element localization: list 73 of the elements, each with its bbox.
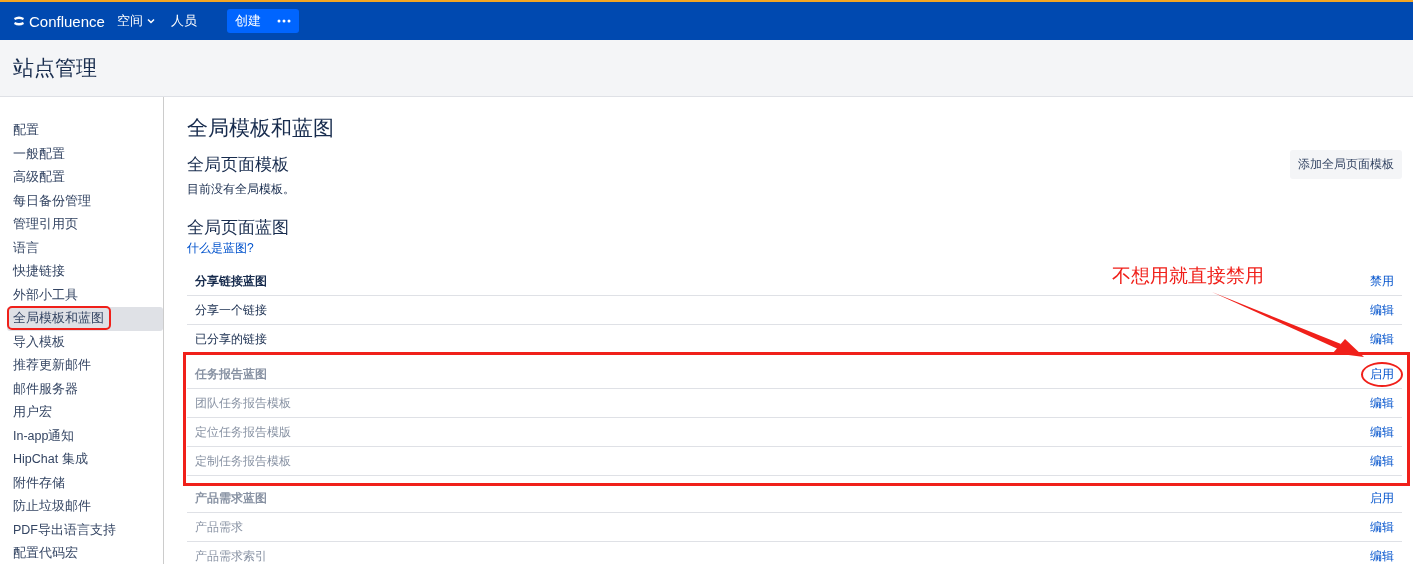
- add-template-button[interactable]: 添加全局页面模板: [1290, 150, 1402, 179]
- sidebar-item[interactable]: In-app通知: [7, 424, 163, 448]
- sidebar-item-label: In-app通知: [13, 427, 75, 445]
- sidebar-item[interactable]: 一般配置: [7, 142, 163, 166]
- sidebar-item-label: 语言: [13, 239, 39, 257]
- edit-link[interactable]: 编辑: [1370, 301, 1394, 319]
- edit-link[interactable]: 编辑: [1370, 394, 1394, 412]
- edit-link[interactable]: 编辑: [1370, 452, 1394, 470]
- sidebar-item-label: PDF导出语言支持: [13, 521, 116, 539]
- sidebar-item-label: 全局模板和蓝图: [10, 309, 108, 327]
- toggle-link[interactable]: 启用: [1370, 489, 1394, 507]
- sidebar-item-label: 导入模板: [13, 333, 65, 351]
- sidebar-item-label: 邮件服务器: [13, 380, 78, 398]
- sidebar-item-label: 配置代码宏: [13, 545, 78, 562]
- sidebar-item-label: 高级配置: [13, 169, 65, 186]
- sidebar-item-label: 附件存储: [13, 474, 65, 492]
- annotation-text: 不想用就直接禁用: [1112, 264, 1264, 288]
- sidebar-item[interactable]: 每日备份管理: [7, 189, 163, 213]
- sidebar-item[interactable]: 快捷链接: [7, 260, 163, 284]
- confluence-logo-link[interactable]: Confluence: [13, 12, 105, 30]
- sidebar-item-label: HipChat 集成: [13, 451, 88, 468]
- page-title: 站点管理: [13, 55, 97, 81]
- sidebar-item-label: 快捷链接: [13, 263, 65, 280]
- section-heading: 全局页面模板: [187, 154, 289, 176]
- sidebar-item[interactable]: 语言: [7, 236, 163, 260]
- blueprint-name: 产品需求蓝图: [195, 489, 267, 507]
- sidebar-item[interactable]: 高级配置: [7, 166, 163, 190]
- template-name: 分享一个链接: [195, 301, 267, 319]
- sidebar-item-label: 外部小工具: [13, 286, 78, 304]
- sidebar-item[interactable]: 用户宏: [7, 401, 163, 425]
- edit-link[interactable]: 编辑: [1370, 330, 1394, 348]
- sidebar-item[interactable]: 防止垃圾邮件: [7, 495, 163, 519]
- sidebar-item[interactable]: 全局模板和蓝图: [7, 307, 163, 331]
- blueprint-name: 任务报告蓝图: [195, 365, 267, 383]
- sidebar-item-label: 防止垃圾邮件: [13, 498, 91, 515]
- toggle-link[interactable]: 启用: [1361, 361, 1403, 387]
- sidebar-item[interactable]: 推荐更新邮件: [7, 354, 163, 378]
- sidebar-item[interactable]: 邮件服务器: [7, 377, 163, 401]
- toggle-link[interactable]: 禁用: [1370, 272, 1394, 290]
- template-name: 定位任务报告模版: [195, 423, 291, 441]
- section-title: 全局模板和蓝图: [187, 115, 335, 141]
- sidebar-item[interactable]: 外部小工具: [7, 283, 163, 307]
- create-button[interactable]: 创建: [226, 9, 269, 33]
- sidebar-item[interactable]: PDF导出语言支持: [7, 518, 163, 542]
- sidebar-item-label: 管理引用页: [13, 216, 78, 233]
- template-name: 团队任务报告模板: [195, 394, 291, 412]
- nav-link[interactable]: 空间: [116, 12, 155, 30]
- sidebar-item[interactable]: 管理引用页: [7, 213, 163, 237]
- empty-text: 目前没有全局模板。: [187, 181, 296, 198]
- edit-link[interactable]: 编辑: [1370, 547, 1394, 564]
- sidebar-item[interactable]: 导入模板: [7, 330, 163, 354]
- sidebar-item-label: 一般配置: [13, 145, 65, 163]
- more-icon: [276, 19, 291, 23]
- template-name: 产品需求索引: [195, 547, 267, 564]
- caret-icon: [146, 18, 155, 24]
- edit-link[interactable]: 编辑: [1370, 423, 1394, 441]
- help-link[interactable]: 什么是蓝图?: [187, 240, 1402, 257]
- nav-link[interactable]: 人员: [170, 12, 197, 30]
- sidebar-item[interactable]: HipChat 集成: [7, 448, 163, 472]
- sidebar-item[interactable]: 配置: [7, 119, 163, 143]
- sidebar-item-label: 用户宏: [13, 404, 52, 421]
- template-name: 定制任务报告模板: [195, 452, 291, 470]
- sidebar-item-label: 推荐更新邮件: [13, 357, 91, 374]
- logo-icon: [13, 15, 25, 27]
- template-name: 产品需求: [195, 518, 243, 536]
- edit-link[interactable]: 编辑: [1370, 518, 1394, 536]
- sidebar-item-label: 配置: [13, 122, 39, 139]
- section-heading: 全局页面蓝图: [187, 217, 290, 239]
- template-name: 已分享的链接: [195, 330, 267, 348]
- sidebar-item[interactable]: 附件存储: [7, 471, 163, 495]
- sidebar-item[interactable]: 配置代码宏: [7, 542, 163, 564]
- blueprint-name: 分享链接蓝图: [195, 272, 267, 290]
- sidebar-item-label: 每日备份管理: [13, 192, 91, 210]
